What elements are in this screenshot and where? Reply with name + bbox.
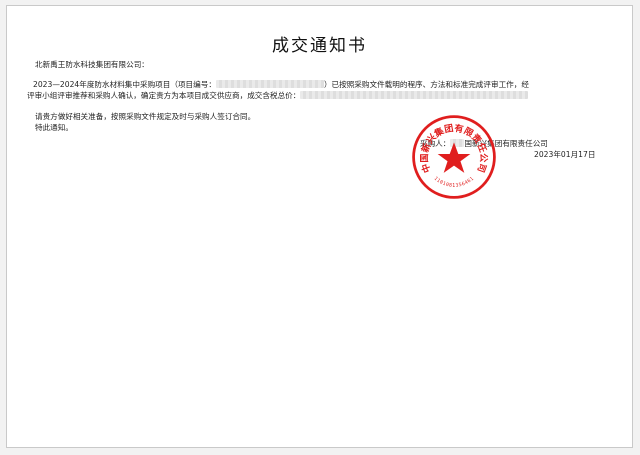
paragraph-1-line-2: 评审小组评审推荐和采购人确认，确定贵方为本项目成交供应商，成交含税总价： <box>27 91 528 101</box>
document-page: 成交通知书 北新禹王防水科技集团有限公司： 2023—2024年度防水材料集中采… <box>6 5 633 448</box>
paragraph-1-line-1: 2023—2024年度防水材料集中采购项目（项目编号： ）已按照采购文件载明的程序… <box>33 80 529 90</box>
procedure-text: ）已按照采购文件载明的程序、方法和标准完成评审工作，经 <box>324 80 529 89</box>
document-title: 成交通知书 <box>7 31 632 56</box>
redacted-project-number <box>216 80 324 88</box>
addressee: 北新禹王防水科技集团有限公司： <box>35 60 149 70</box>
stamp-code-text: 1101081356461 <box>433 176 476 189</box>
document-date: 2023年01月17日 <box>534 150 595 160</box>
stamp-code-textpath: 1101081356461 <box>433 176 476 189</box>
company-seal-stamp: 中国新兴集团有限责任公司 1101081356461 <box>411 114 497 200</box>
paragraph-2: 请贵方做好相关准备，按照采购文件规定及时与采购人签订合同。 <box>35 112 255 122</box>
project-name-text: 2023—2024年度防水材料集中采购项目（项目编号： <box>33 80 216 89</box>
stamp-star-icon <box>438 142 471 173</box>
paragraph-3: 特此通知。 <box>35 123 73 133</box>
redacted-total-price <box>300 91 528 99</box>
award-text: 评审小组评审推荐和采购人确认，确定贵方为本项目成交供应商，成交含税总价： <box>27 91 300 100</box>
